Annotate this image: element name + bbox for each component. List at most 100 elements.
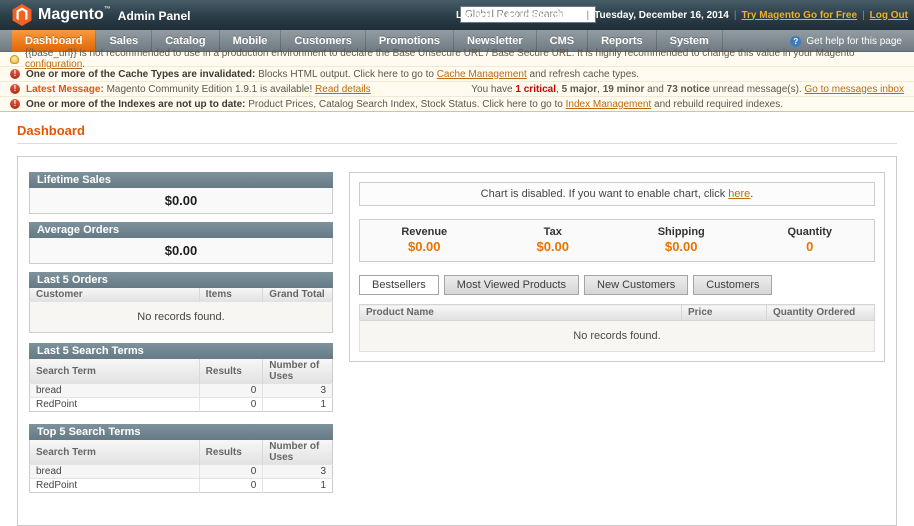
notice-text: One or more of the Indexes are not up to… bbox=[26, 99, 783, 110]
critical-count: 1 critical bbox=[515, 84, 556, 95]
last-5-orders-table: Customer Items Grand Total No records fo… bbox=[29, 288, 333, 333]
shipping-stat: Shipping $0.00 bbox=[617, 226, 746, 254]
dashboard-tabs: Bestsellers Most Viewed Products New Cus… bbox=[359, 275, 875, 295]
logged-in-text: Logged in as redpointuser bbox=[456, 10, 582, 21]
search-term-cell: bread bbox=[30, 465, 200, 479]
tab-bestsellers[interactable]: Bestsellers bbox=[359, 275, 439, 295]
revenue-value: $0.00 bbox=[360, 239, 489, 254]
stat-label: Quantity bbox=[746, 226, 875, 238]
notice-latest-message: Latest Message: Magento Community Editio… bbox=[0, 82, 914, 97]
tab-new-customers[interactable]: New Customers bbox=[584, 275, 688, 295]
top-header: Magento™ Admin Panel Logged in as redpoi… bbox=[0, 0, 914, 30]
search-term-cell: RedPoint bbox=[30, 479, 200, 493]
column-header: Search Term bbox=[30, 440, 200, 465]
current-date: Tuesday, December 16, 2014 bbox=[594, 10, 729, 21]
error-icon bbox=[10, 84, 20, 94]
search-term-cell: bread bbox=[30, 384, 200, 398]
uses-cell: 1 bbox=[263, 398, 333, 412]
no-records-text: No records found. bbox=[30, 302, 333, 333]
tab-customers[interactable]: Customers bbox=[693, 275, 772, 295]
dashboard-panel: Lifetime Sales $0.00 Average Orders $0.0… bbox=[17, 156, 897, 526]
logout-link[interactable]: Log Out bbox=[870, 10, 908, 21]
table-row[interactable]: bread 0 3 bbox=[30, 384, 333, 398]
tab-most-viewed-products[interactable]: Most Viewed Products bbox=[444, 275, 579, 295]
unread-messages-summary: You have 1 critical, 5 major, 19 minor a… bbox=[471, 84, 904, 95]
empty-row: No records found. bbox=[360, 321, 875, 352]
header-meta: Logged in as redpointuser | Tuesday, Dec… bbox=[456, 0, 908, 30]
minor-count: 19 minor bbox=[603, 84, 645, 95]
error-icon bbox=[10, 99, 20, 109]
magento-logo-icon bbox=[12, 4, 32, 26]
search-term-cell: RedPoint bbox=[30, 398, 200, 412]
separator: | bbox=[734, 10, 737, 21]
notice-text: {{base_url}} is not recommended to use i… bbox=[25, 48, 904, 70]
column-header: Results bbox=[199, 359, 263, 384]
notice-count: 73 notice bbox=[667, 84, 710, 95]
get-help-label: Get help for this page bbox=[806, 36, 902, 47]
empty-row: No records found. bbox=[30, 302, 333, 333]
stat-label: Shipping bbox=[617, 226, 746, 238]
read-details-link[interactable]: Read details bbox=[315, 84, 371, 95]
revenue-stat: Revenue $0.00 bbox=[360, 226, 489, 254]
average-orders-card: Average Orders $0.00 bbox=[29, 222, 333, 264]
uses-cell: 1 bbox=[263, 479, 333, 493]
app-title: Admin Panel bbox=[118, 7, 191, 23]
column-header: Items bbox=[199, 288, 263, 302]
table-row[interactable]: RedPoint 0 1 bbox=[30, 479, 333, 493]
column-header: Customer bbox=[30, 288, 200, 302]
notice-text: One or more of the Cache Types are inval… bbox=[26, 69, 639, 80]
help-icon bbox=[790, 36, 801, 47]
average-orders-value: $0.00 bbox=[29, 238, 333, 264]
card-title: Lifetime Sales bbox=[29, 172, 333, 188]
last-5-search-terms-card: Last 5 Search Terms Search Term Results … bbox=[29, 343, 333, 412]
column-header: Product Name bbox=[360, 305, 682, 321]
page-title: Dashboard bbox=[17, 124, 897, 138]
bulb-icon bbox=[10, 55, 19, 64]
uses-cell: 3 bbox=[263, 384, 333, 398]
logo-wordmark: Magento™ bbox=[38, 6, 111, 24]
tax-value: $0.00 bbox=[489, 239, 618, 254]
quantity-stat: Quantity 0 bbox=[746, 226, 875, 254]
results-cell: 0 bbox=[199, 384, 263, 398]
column-header: Price bbox=[682, 305, 767, 321]
trademark-symbol: ™ bbox=[104, 6, 111, 13]
chart-disabled-notice: Chart is disabled. If you want to enable… bbox=[359, 182, 875, 206]
bestsellers-table: Product Name Price Quantity Ordered No r… bbox=[359, 304, 875, 352]
column-header: Quantity Ordered bbox=[767, 305, 875, 321]
totals-bar: Revenue $0.00 Tax $0.00 Shipping $0.00 Q… bbox=[359, 219, 875, 262]
magento-logo: Magento™ Admin Panel bbox=[12, 4, 190, 26]
column-header: Number of Uses bbox=[263, 359, 333, 384]
dashboard-right-column: Chart is disabled. If you want to enable… bbox=[349, 172, 885, 362]
error-icon bbox=[10, 69, 20, 79]
notice-text: Latest Message: Magento Community Editio… bbox=[26, 84, 371, 95]
last-5-orders-card: Last 5 Orders Customer Items Grand Total… bbox=[29, 272, 333, 333]
results-cell: 0 bbox=[199, 479, 263, 493]
stat-label: Revenue bbox=[360, 226, 489, 238]
enable-chart-link[interactable]: here bbox=[728, 188, 750, 200]
notice-indexes-outdated: One or more of the Indexes are not up to… bbox=[0, 97, 914, 112]
cache-management-link[interactable]: Cache Management bbox=[437, 69, 527, 80]
table-row[interactable]: bread 0 3 bbox=[30, 465, 333, 479]
lifetime-sales-value: $0.00 bbox=[29, 188, 333, 214]
index-management-link[interactable]: Index Management bbox=[566, 99, 652, 110]
uses-cell: 3 bbox=[263, 465, 333, 479]
tax-stat: Tax $0.00 bbox=[489, 226, 618, 254]
separator: | bbox=[587, 10, 590, 21]
last-5-search-terms-table: Search Term Results Number of Uses bread… bbox=[29, 359, 333, 412]
results-cell: 0 bbox=[199, 465, 263, 479]
card-title: Average Orders bbox=[29, 222, 333, 238]
stat-label: Tax bbox=[489, 226, 618, 238]
try-magento-go-link[interactable]: Try Magento Go for Free bbox=[741, 10, 857, 21]
main-content: Dashboard Lifetime Sales $0.00 Average O… bbox=[0, 112, 914, 526]
notice-base-url: {{base_url}} is not recommended to use i… bbox=[0, 52, 914, 67]
card-title: Last 5 Orders bbox=[29, 272, 333, 288]
title-divider bbox=[17, 143, 897, 144]
card-title: Top 5 Search Terms bbox=[29, 424, 333, 440]
column-header: Number of Uses bbox=[263, 440, 333, 465]
top-5-search-terms-card: Top 5 Search Terms Search Term Results N… bbox=[29, 424, 333, 493]
messages-inbox-link[interactable]: Go to messages inbox bbox=[805, 84, 905, 95]
lifetime-sales-card: Lifetime Sales $0.00 bbox=[29, 172, 333, 214]
notification-area: {{base_url}} is not recommended to use i… bbox=[0, 52, 914, 112]
major-count: 5 major bbox=[562, 84, 598, 95]
table-row[interactable]: RedPoint 0 1 bbox=[30, 398, 333, 412]
